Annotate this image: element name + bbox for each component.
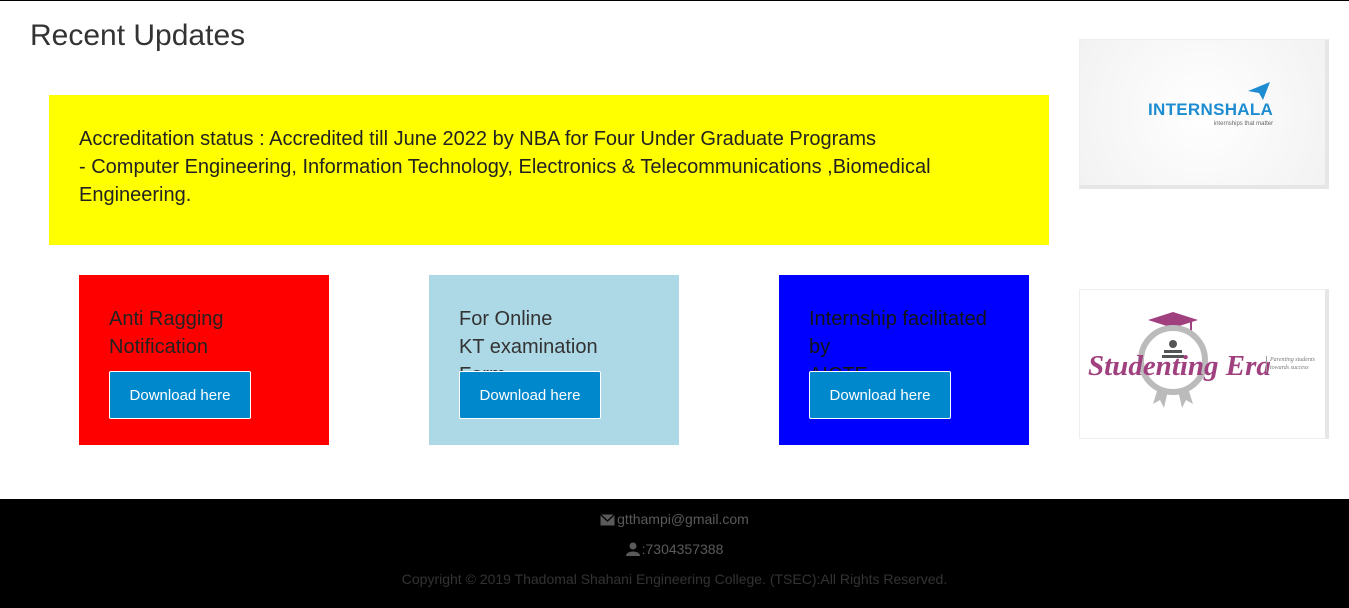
card-label: Anti Ragging Notification bbox=[109, 305, 299, 369]
paper-plane-icon bbox=[1248, 82, 1270, 100]
footer: gtthampi@gmail.com :7304357388 Copyright… bbox=[0, 499, 1349, 608]
card-label: For Online KT examination Form bbox=[459, 305, 649, 386]
aicte-internship-download-button[interactable]: Download here bbox=[809, 371, 951, 419]
footer-email-link[interactable]: gtthampi@gmail.com bbox=[617, 511, 749, 527]
footer-copyright: Copyright © 2019 Thadomal Shahani Engine… bbox=[401, 571, 948, 587]
banner-line-2: - Computer Engineering, Information Tech… bbox=[79, 156, 931, 206]
footer-phone: :7304357388 bbox=[641, 541, 724, 557]
kt-exam-download-button[interactable]: Download here bbox=[459, 371, 601, 419]
page-title: Recent Updates bbox=[30, 19, 246, 52]
internshala-name: INTERNSHALA bbox=[1148, 100, 1274, 119]
studenting-era-logo: Studenting Era Parenting students toward… bbox=[1088, 312, 1323, 422]
card-label-line-1: For Online bbox=[459, 308, 553, 330]
card-label-line-2: Notification bbox=[109, 336, 208, 358]
top-divider bbox=[0, 0, 1349, 1]
banner-line-1: Accreditation status : Accredited till J… bbox=[79, 128, 877, 150]
anti-ragging-card: Anti Ragging Notification Download here bbox=[79, 275, 329, 445]
internshala-logo: INTERNSHALA internships that matter bbox=[1148, 82, 1274, 127]
card-label-line-1: Anti Ragging bbox=[109, 308, 224, 330]
internshala-ad[interactable]: INTERNSHALA internships that matter bbox=[1079, 39, 1329, 189]
accreditation-banner: Accreditation status : Accredited till J… bbox=[49, 95, 1049, 245]
card-label: Internship facilitated by AICTE bbox=[809, 305, 999, 386]
kt-exam-form-card: For Online KT examination Form Download … bbox=[429, 275, 679, 445]
aicte-internship-card: Internship facilitated by AICTE Download… bbox=[779, 275, 1029, 445]
envelope-icon bbox=[600, 514, 616, 526]
user-icon bbox=[625, 542, 640, 556]
anti-ragging-download-button[interactable]: Download here bbox=[109, 371, 251, 419]
footer-phone-row: :7304357388 bbox=[0, 541, 1349, 557]
studenting-era-tagline: Parenting students towards success bbox=[1266, 356, 1330, 372]
studenting-era-name: Studenting Era bbox=[1088, 350, 1271, 382]
card-label-line-1: Internship facilitated by bbox=[809, 308, 987, 358]
studenting-era-ad[interactable]: Studenting Era Parenting students toward… bbox=[1079, 289, 1329, 439]
internshala-tagline: internships that matter bbox=[1213, 121, 1274, 127]
footer-email-row: gtthampi@gmail.com bbox=[0, 511, 1349, 527]
